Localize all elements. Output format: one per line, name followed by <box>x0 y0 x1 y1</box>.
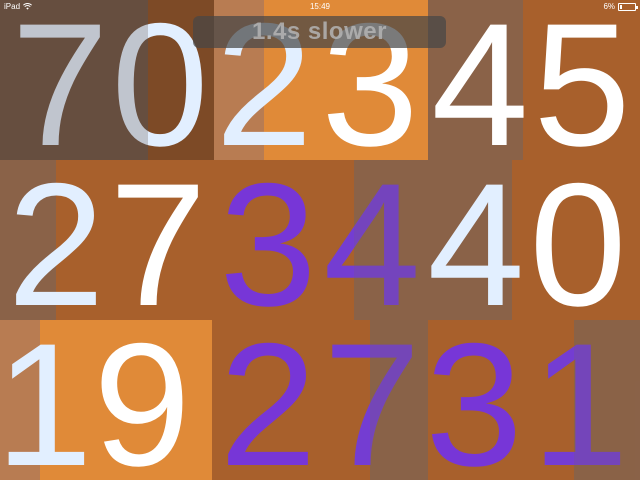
digit-cell[interactable]: 1 <box>0 318 94 480</box>
status-time: 15:49 <box>309 2 331 11</box>
digit-cell[interactable]: 3 <box>218 158 318 333</box>
digit-cell[interactable]: 9 <box>92 318 192 480</box>
digit-cell[interactable]: 2 <box>218 318 318 480</box>
result-banner: 1.4s slower <box>193 16 446 48</box>
game-screen: 7 0 2 3 4 5 2 7 3 4 4 0 1 9 2 7 3 1 iPad… <box>0 0 640 480</box>
digit-cell[interactable]: 7 <box>10 0 110 173</box>
digit-cell[interactable]: 4 <box>322 158 422 333</box>
digit-cell[interactable]: 4 <box>426 158 526 333</box>
digit-cell[interactable]: 1 <box>530 318 630 480</box>
digit-cell[interactable]: 3 <box>424 318 524 480</box>
status-bar: iPad 15:49 6% <box>0 0 640 14</box>
digit-cell[interactable]: 0 <box>528 158 628 333</box>
battery-percent: 6% <box>603 2 615 11</box>
digit-cell[interactable]: 7 <box>322 318 422 480</box>
digit-cell[interactable]: 7 <box>108 158 208 333</box>
status-right: 6% <box>603 0 638 14</box>
battery-level <box>620 5 622 9</box>
digit-cell[interactable]: 5 <box>532 0 632 173</box>
battery-icon <box>618 3 638 11</box>
digit-cell[interactable]: 2 <box>6 158 106 333</box>
